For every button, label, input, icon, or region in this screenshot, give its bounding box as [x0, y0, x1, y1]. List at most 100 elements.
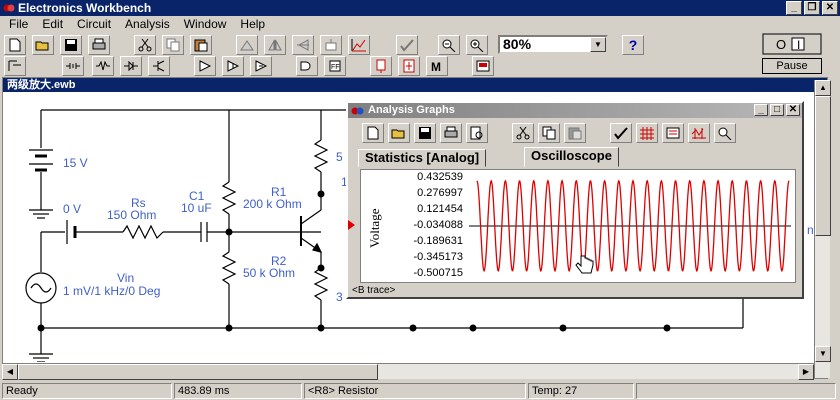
circuit-window-title: 两级放大.ewb	[3, 78, 827, 92]
new-file-icon[interactable]	[4, 35, 26, 55]
minimize-button[interactable]: _	[786, 1, 802, 15]
trace-label: <B trace>	[352, 285, 396, 296]
y-axis-label: Voltage	[367, 208, 382, 248]
diodes-bin-icon[interactable]	[120, 56, 142, 76]
cut-icon[interactable]	[134, 35, 156, 55]
hand-cursor-icon	[575, 255, 594, 274]
instruments-bin-icon[interactable]	[472, 56, 494, 76]
analysis-minimize-button[interactable]: _	[754, 104, 768, 116]
logic-gates-icon[interactable]	[296, 56, 318, 76]
analysis-app-icon	[351, 107, 364, 115]
controls-bin-icon[interactable]	[398, 56, 420, 76]
component-properties-icon[interactable]	[396, 35, 418, 55]
horizontal-scrollbar[interactable]: ◀ ▶	[2, 363, 814, 380]
vertical-scrollbar[interactable]: ▲ ▼	[814, 80, 831, 378]
miscellaneous-bin-icon[interactable]: M	[426, 56, 448, 76]
rs-value: 150 Ohm	[107, 208, 157, 222]
menu-circuit[interactable]: Circuit	[70, 16, 118, 32]
scroll-down-icon[interactable]: ▼	[815, 346, 831, 362]
analysis-maximize-button[interactable]: □	[770, 104, 784, 116]
hscroll-thumb[interactable]	[18, 364, 378, 380]
partial-label-3: 3	[336, 290, 343, 304]
subcircuit-icon[interactable]	[320, 35, 342, 55]
flip-vertical-icon[interactable]	[292, 35, 314, 55]
y-tick-label: -0.345173	[413, 251, 463, 263]
zoom-dropdown-arrow-icon[interactable]: ▼	[590, 37, 606, 52]
restore-button[interactable]: ❐	[804, 1, 820, 15]
status-bar: Ready 483.89 ms <R8> Resistor Temp: 27	[0, 382, 840, 400]
tab-statistics-analog[interactable]: Statistics [Analog]	[358, 149, 487, 167]
trace-marker-icon	[348, 220, 355, 230]
menu-file[interactable]: File	[2, 16, 35, 32]
ag-zoom-icon[interactable]	[714, 123, 736, 143]
partial-label-5: 5	[336, 150, 343, 164]
scroll-right-icon[interactable]: ▶	[798, 364, 814, 380]
oscilloscope-plot: 0.432539 0.276997 0.121454 -0.034088 -0.1896…	[360, 169, 796, 283]
graph-icon[interactable]	[348, 35, 370, 55]
pause-button[interactable]: Pause	[762, 58, 822, 74]
ag-print-preview-icon[interactable]	[466, 123, 488, 143]
power-switch-icon[interactable]: OI	[762, 33, 822, 55]
open-folder-icon[interactable]	[32, 35, 54, 55]
favorites-bin-icon[interactable]	[4, 56, 26, 76]
analysis-close-button[interactable]: ✕	[786, 104, 800, 116]
tab-oscilloscope[interactable]: Oscilloscope	[524, 147, 619, 167]
zoom-select[interactable]: 80% ▼	[498, 35, 608, 54]
app-titlebar: Electronics Workbench _ ❐ ✕	[0, 0, 840, 16]
ag-print-icon[interactable]	[440, 123, 462, 143]
print-icon[interactable]	[88, 35, 110, 55]
analysis-graphs-window: Analysis Graphs _ □ ✕ Statistics [Analog…	[346, 101, 804, 299]
svg-text:M: M	[431, 60, 441, 73]
scroll-thumb[interactable]	[815, 96, 831, 236]
ag-show-cursors-icon[interactable]	[688, 123, 710, 143]
scroll-up-icon[interactable]: ▲	[815, 80, 831, 96]
basic-components-icon[interactable]	[92, 56, 114, 76]
menu-window[interactable]: Window	[177, 16, 234, 32]
mixed-ics-icon[interactable]	[222, 56, 244, 76]
menu-edit[interactable]: Edit	[35, 16, 70, 32]
ag-new-icon[interactable]	[362, 123, 384, 143]
svg-text:FF: FF	[331, 64, 340, 71]
zoom-in-icon[interactable]	[466, 35, 488, 55]
vin-name: Vin	[117, 271, 135, 285]
copy-icon[interactable]	[162, 35, 184, 55]
digital-ics-icon[interactable]	[250, 56, 272, 76]
partial-label-n: n	[807, 223, 814, 237]
ag-copy-icon[interactable]	[538, 123, 560, 143]
ag-cut-icon[interactable]	[512, 123, 534, 143]
battery-label: 15 V	[63, 156, 88, 170]
menu-help[interactable]: Help	[233, 16, 272, 32]
r2-value: 50 k Ohm	[243, 266, 296, 280]
save-disk-icon[interactable]	[60, 35, 82, 55]
transistors-bin-icon[interactable]	[148, 56, 170, 76]
digital-bin-icon[interactable]: FF	[324, 56, 346, 76]
help-button[interactable]: ?	[622, 35, 644, 55]
flip-horizontal-icon[interactable]	[264, 35, 286, 55]
r1-value: 200 k Ohm	[243, 197, 302, 211]
app-title: Electronics Workbench	[18, 1, 152, 15]
sources-bin-icon[interactable]	[62, 56, 84, 76]
menu-analysis[interactable]: Analysis	[118, 16, 177, 32]
close-button[interactable]: ✕	[822, 1, 838, 15]
zoom-out-icon[interactable]	[438, 35, 460, 55]
c1-value: 10 uF	[181, 201, 212, 215]
app-logo-icon	[3, 4, 15, 12]
y-tick-label: -0.500715	[413, 267, 463, 279]
zoom-value: 80%	[503, 36, 532, 52]
rotate-icon[interactable]	[236, 35, 258, 55]
status-empty	[636, 383, 836, 399]
analysis-graphs-titlebar: Analysis Graphs _ □ ✕	[348, 103, 802, 118]
ag-save-icon[interactable]	[414, 123, 436, 143]
analysis-graphs-title: Analysis Graphs	[368, 104, 455, 116]
status-state: Ready	[2, 383, 172, 399]
ag-open-icon[interactable]	[388, 123, 410, 143]
analog-ics-icon[interactable]	[194, 56, 216, 76]
ag-paste-icon[interactable]	[564, 123, 586, 143]
indicators-bin-icon[interactable]	[370, 56, 392, 76]
paste-icon[interactable]	[190, 35, 212, 55]
scroll-left-icon[interactable]: ◀	[2, 364, 18, 380]
ag-toggle-legend-icon[interactable]	[662, 123, 684, 143]
ag-properties-icon[interactable]	[610, 123, 632, 143]
ag-toggle-grid-icon[interactable]	[636, 123, 658, 143]
status-time: 483.89 ms	[174, 383, 302, 399]
